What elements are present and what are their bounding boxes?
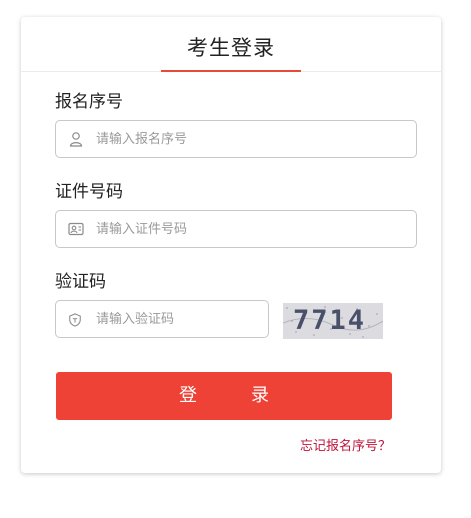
forgot-regno-link[interactable]: 忘记报名序号？ [300, 438, 391, 456]
captcha-label: 验证码 [55, 272, 106, 292]
card-header: 考生登录 [21, 17, 441, 72]
captcha-image[interactable]: 7714 [283, 303, 383, 339]
idno-label: 证件号码 [55, 182, 123, 202]
user-icon [69, 132, 83, 147]
regno-field-box [55, 120, 417, 158]
idno-input[interactable] [96, 211, 396, 247]
login-card: 考生登录 报名序号 证件号码 验证码 [21, 17, 441, 473]
idno-field-box [55, 210, 417, 248]
id-card-icon [68, 222, 84, 236]
page-title: 考生登录 [187, 36, 275, 60]
regno-label: 报名序号 [55, 92, 123, 112]
shield-icon [69, 313, 81, 327]
title-underline [161, 70, 301, 72]
login-button[interactable]: 登 录 [56, 372, 392, 420]
captcha-field-box [55, 300, 269, 338]
captcha-input[interactable] [96, 301, 256, 337]
captcha-code: 7714 [293, 305, 367, 336]
regno-input[interactable] [96, 121, 396, 157]
